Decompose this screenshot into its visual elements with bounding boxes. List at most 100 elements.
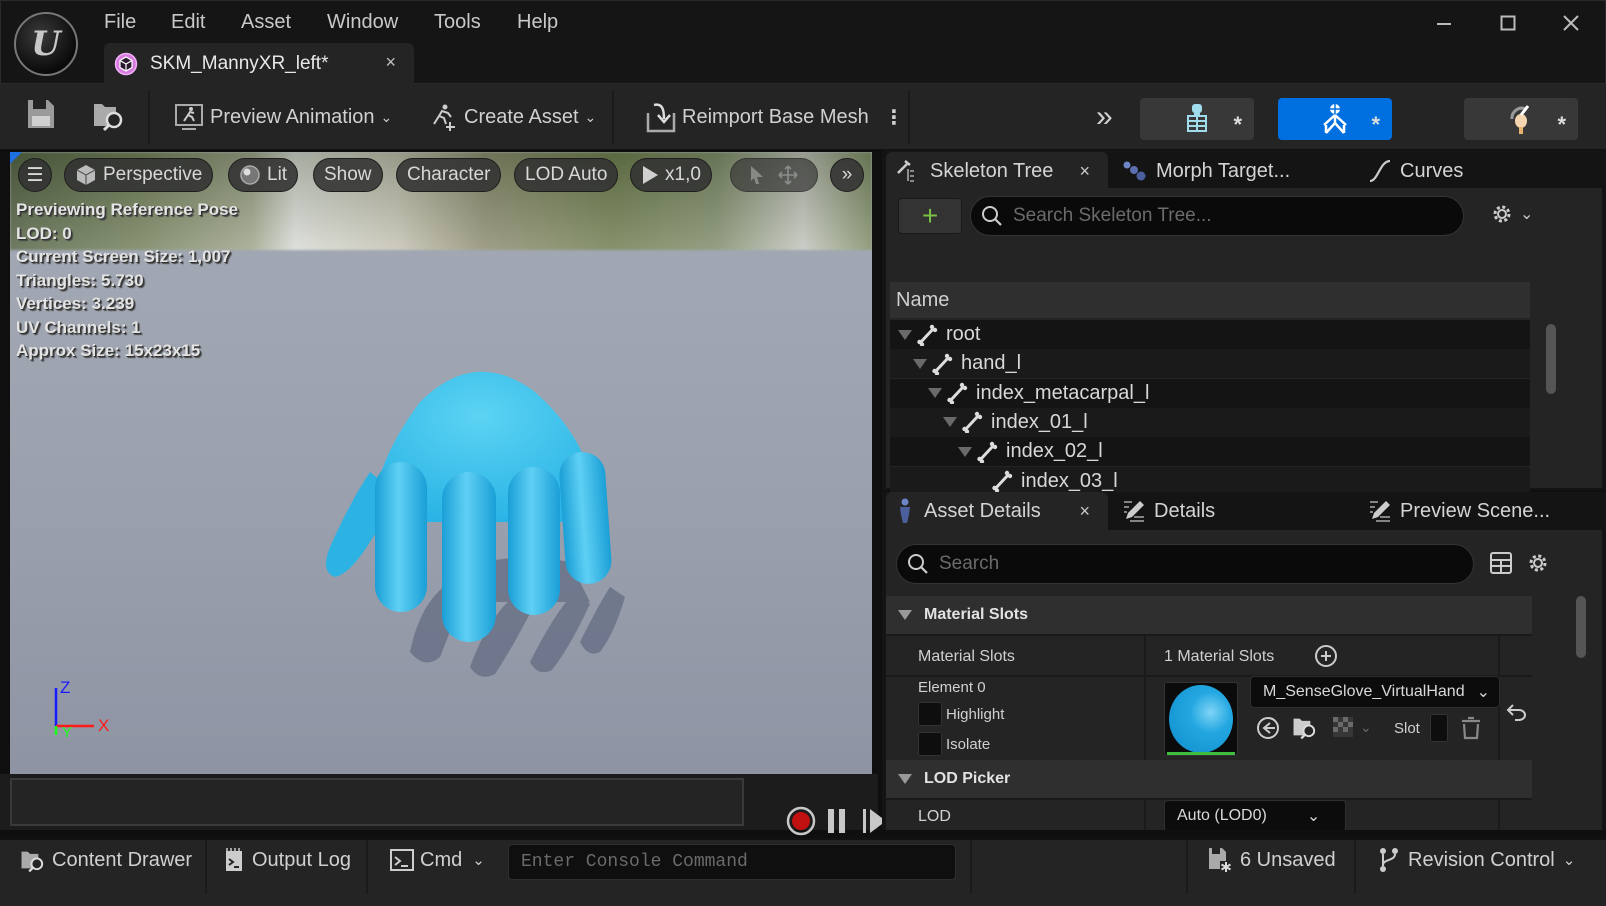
use-selected-asset-button[interactable] [1256, 716, 1280, 740]
category-material-slots[interactable]: Material Slots [886, 596, 1532, 634]
isolate-checkbox[interactable] [918, 732, 942, 756]
tab-details[interactable]: Details [1122, 492, 1322, 530]
playback-speed-button[interactable]: x1,0 [630, 158, 712, 192]
tree-column-header-name[interactable]: Name [890, 282, 1530, 318]
asset-editor-tab[interactable]: SKM_MannyXR_left* × [104, 43, 414, 85]
reset-to-default-button[interactable] [1506, 702, 1528, 722]
viewport-overflow-button[interactable]: » [830, 158, 864, 192]
viewport[interactable]: ☰ Perspective Lit Show Character LOD Aut… [10, 152, 872, 794]
expand-triangle-icon[interactable] [958, 446, 972, 457]
output-log-button[interactable]: Output Log [224, 842, 351, 878]
tree-scrollbar[interactable] [1546, 324, 1556, 394]
mesh-editor-mode-button[interactable]: * [1278, 98, 1392, 140]
expand-triangle-icon[interactable] [898, 329, 912, 340]
add-bone-button[interactable]: + [898, 198, 962, 234]
details-settings-button[interactable] [1526, 551, 1550, 575]
toolbar-overflow-button[interactable]: » [1096, 98, 1113, 136]
animation-editor-mode-button[interactable]: * [1464, 98, 1578, 140]
save-button[interactable] [26, 98, 56, 130]
menu-asset[interactable]: Asset [241, 8, 291, 36]
material-picker-combo[interactable]: M_SenseGlove_VirtualHand ⌄ [1250, 676, 1500, 708]
add-material-slot-button[interactable] [1314, 644, 1338, 668]
highlight-checkbox[interactable] [918, 702, 942, 726]
category-title: LOD Picker [924, 770, 1011, 787]
close-tab-icon[interactable]: × [385, 52, 396, 73]
details-search-input[interactable] [939, 553, 1421, 575]
unreal-logo[interactable]: U [14, 12, 78, 76]
expand-triangle-icon[interactable] [943, 417, 957, 428]
terminal-icon [390, 849, 414, 871]
maximize-button[interactable] [1488, 8, 1528, 38]
bone-row[interactable]: index_02_l [890, 437, 1530, 467]
close-window-button[interactable] [1551, 8, 1591, 38]
browse-material-button[interactable] [1292, 714, 1318, 740]
skeleton-search-field[interactable] [970, 196, 1464, 236]
main-toolbar: Preview Animation ⌄ Create Asset ⌄ Reimp… [0, 84, 1606, 150]
lod-auto-button[interactable]: LOD Auto [514, 158, 619, 192]
viewport-options-button[interactable]: ☰ [18, 158, 52, 192]
chevron-down-icon: ⌄ [1520, 206, 1534, 223]
stat-triangles: Triangles: 5.730 [16, 270, 144, 290]
console-command-input[interactable] [509, 845, 955, 879]
minimize-button[interactable] [1424, 8, 1464, 38]
toolbar-more-button[interactable]: ⋮ [884, 98, 904, 136]
expand-triangle-icon[interactable] [913, 358, 927, 369]
create-asset-button[interactable]: Create Asset ⌄ [428, 98, 596, 136]
menu-help[interactable]: Help [517, 8, 558, 36]
tab-label: Details [1154, 499, 1216, 522]
close-tab-icon[interactable]: × [1079, 161, 1090, 182]
menu-file[interactable]: File [104, 8, 136, 36]
details-scrollbar[interactable] [1576, 596, 1586, 658]
console-command-field[interactable] [508, 844, 956, 880]
material-thumbnail[interactable] [1164, 682, 1238, 756]
material-slots-count: 1 Material Slots [1164, 648, 1275, 665]
skeleton-settings-button[interactable]: ⌄ [1490, 202, 1533, 226]
browse-content-button[interactable] [92, 98, 126, 132]
lod-picker-combo[interactable]: Auto (LOD0) ⌄ [1164, 800, 1346, 830]
bone-row[interactable]: index_01_l [890, 407, 1530, 437]
show-button[interactable]: Show [313, 158, 383, 192]
timeline-scrubber[interactable] [10, 778, 744, 826]
tab-preview-scene[interactable]: Preview Scene... [1368, 492, 1588, 530]
reimport-base-mesh-button[interactable]: Reimport Base Mesh [646, 98, 869, 136]
slot-label: Slot [1394, 720, 1420, 737]
cmd-dropdown[interactable]: Cmd ⌄ [390, 842, 485, 878]
axis-gizmo: Z X Y [50, 678, 120, 742]
texture-options-button[interactable]: ⌄ [1332, 716, 1372, 738]
gear-icon [1529, 554, 1547, 572]
select-tool-button[interactable] [750, 165, 764, 185]
preview-animation-button[interactable]: Preview Animation ⌄ [174, 98, 392, 136]
category-lod-picker[interactable]: LOD Picker [886, 760, 1532, 798]
tab-skeleton-tree[interactable]: Skeleton Tree × [886, 152, 1108, 190]
tab-morph-targets[interactable]: Morph Target... [1122, 152, 1322, 190]
move-tool-button[interactable] [778, 165, 798, 185]
character-button[interactable]: Character [396, 158, 502, 192]
revision-control-button[interactable]: Revision Control ⌄ [1378, 842, 1575, 878]
content-drawer-button[interactable]: Content Drawer [20, 842, 192, 878]
unsaved-star: * [1557, 112, 1566, 137]
view-mode-lit-button[interactable]: Lit [228, 158, 299, 192]
skeletal-mesh-icon [114, 52, 138, 76]
menu-window[interactable]: Window [327, 8, 398, 36]
expand-triangle-icon[interactable] [928, 388, 942, 399]
close-tab-icon[interactable]: × [1079, 501, 1090, 522]
skeleton-editor-mode-button[interactable]: * [1140, 98, 1254, 140]
unsaved-assets-button[interactable]: 6 Unsaved [1208, 842, 1336, 878]
menu-edit[interactable]: Edit [171, 8, 205, 36]
details-search-field[interactable] [896, 544, 1474, 584]
record-button[interactable] [786, 806, 816, 836]
tab-curves[interactable]: Curves [1368, 152, 1508, 190]
expand-triangle-icon [898, 774, 912, 784]
bone-row[interactable]: root [890, 320, 1530, 349]
perspective-button[interactable]: Perspective [64, 158, 214, 192]
property-matrix-button[interactable] [1490, 552, 1512, 574]
skeleton-search-input[interactable] [1013, 205, 1423, 227]
delete-material-button[interactable] [1460, 716, 1482, 740]
menu-tools[interactable]: Tools [434, 8, 481, 36]
bone-name: index_03_l [1021, 469, 1118, 492]
bone-row[interactable]: index_metacarpal_l [890, 378, 1530, 408]
tab-asset-details[interactable]: Asset Details × [886, 492, 1108, 530]
pause-button[interactable] [826, 808, 848, 834]
bone-row[interactable]: hand_l [890, 349, 1530, 379]
slot-name-field[interactable] [1430, 714, 1448, 742]
